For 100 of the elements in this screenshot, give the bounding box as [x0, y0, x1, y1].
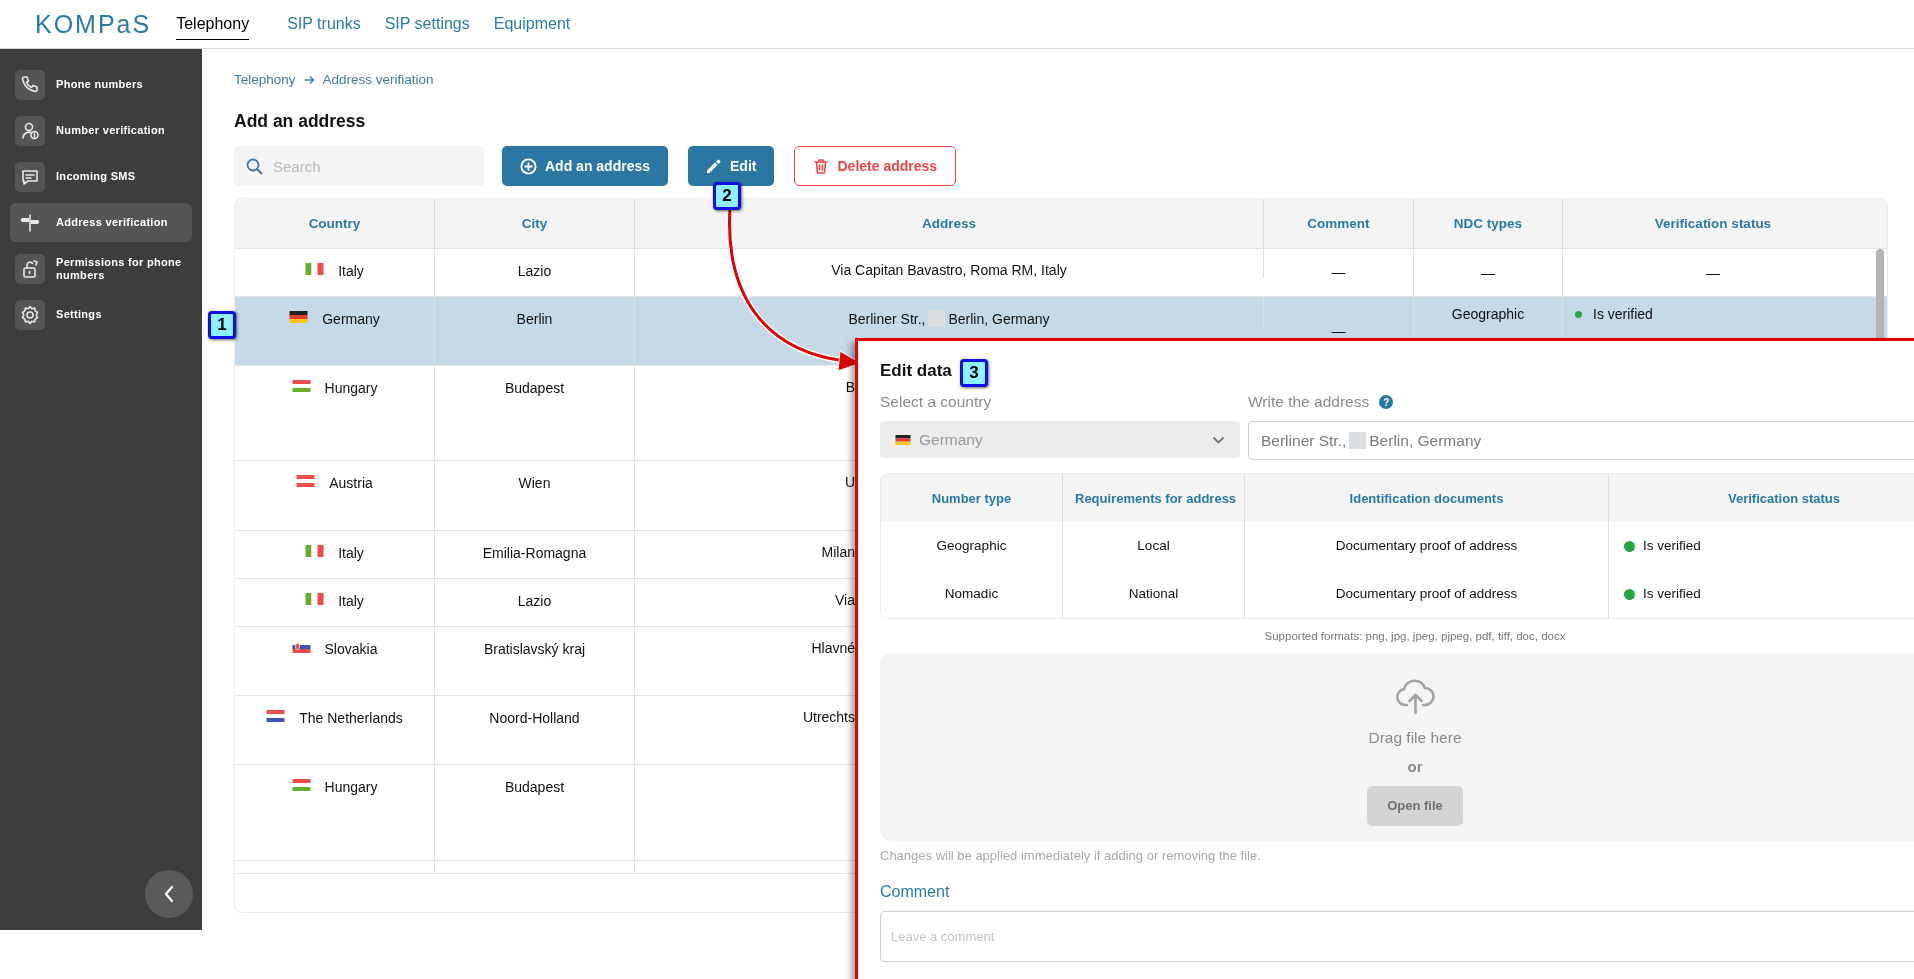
trash-icon — [813, 157, 830, 175]
plus-icon — [520, 157, 537, 175]
column-header: Verification status — [1728, 490, 1840, 506]
table-cell: Milan — [821, 544, 855, 561]
chevron-left-icon — [163, 885, 175, 903]
flag-icon — [296, 475, 316, 488]
table-row[interactable]: Italy Lazio Via Capitan Bavastro, Roma RM, Italy — — — — [235, 249, 1887, 298]
step-marker: 3 — [960, 359, 988, 387]
nav-tab[interactable]: SIP settings — [384, 8, 470, 40]
comment-field[interactable]: Leave a comment — [880, 910, 1914, 962]
action-button[interactable]: Add an address — [502, 146, 669, 187]
search-icon — [246, 158, 263, 176]
sidebar-item[interactable]: Settings — [10, 295, 192, 334]
flag-icon — [305, 545, 325, 558]
table-cell: Italy — [338, 263, 364, 280]
table-cell-text: Lazio — [517, 263, 552, 282]
flag-icon — [291, 641, 311, 654]
chevron-down-icon — [1212, 435, 1225, 444]
blurred-text — [1349, 432, 1367, 449]
sidebar-item[interactable]: Number verification — [10, 111, 192, 150]
table-cell: Hlavné — [811, 640, 855, 657]
table-cell-text: Is verified — [1643, 584, 1701, 603]
table-cell-text: Is verified — [1593, 305, 1653, 325]
table-cell-text: — — [1481, 264, 1495, 284]
arrow-right-icon — [303, 75, 315, 86]
table-cell: Utrechts — [802, 709, 855, 726]
signpost-icon — [19, 211, 41, 234]
table-cell: Germany — [322, 311, 380, 328]
logo[interactable]: KOMPaS — [35, 11, 152, 37]
field-label: Comment — [880, 881, 950, 902]
field-label: Write the address — [1248, 392, 1370, 412]
table-cell-text: Nomadic — [944, 584, 999, 603]
flag-icon — [291, 779, 311, 792]
nav-tab[interactable]: Equipment — [493, 8, 571, 40]
table-cell: The Netherlands — [299, 710, 403, 727]
drop-text: Drag file here — [1368, 728, 1462, 749]
collapse-button[interactable] — [145, 870, 193, 918]
flag-icon — [305, 263, 325, 276]
help-icon[interactable]: ? — [1379, 395, 1394, 409]
delete-button[interactable]: Delete address — [794, 146, 957, 187]
table-cell-text: — — [1706, 264, 1720, 284]
table-cell-text: Is verified — [1643, 536, 1701, 555]
step-marker: 2 — [713, 182, 741, 210]
table-cell-text: Bratislavský kraj — [483, 641, 586, 660]
table-cell: Italy — [338, 593, 364, 610]
table-cell: B — [845, 379, 855, 396]
sidebar-item[interactable]: Address verification — [10, 203, 192, 242]
sidebar-item[interactable]: Phone numbers — [10, 65, 192, 104]
breadcrumb-link[interactable]: Telephony — [234, 70, 296, 91]
table-cell: Slovakia — [324, 641, 378, 658]
table-cell-text: Emilia-Romagna — [482, 545, 587, 564]
table-cell-text: — — [1331, 321, 1346, 341]
drop-text: or — [1407, 756, 1423, 777]
table-cell-text: Berlin — [516, 311, 553, 330]
table-cell: Italy — [338, 545, 364, 562]
table-cell-text: Budapest — [504, 779, 565, 798]
search-field[interactable]: Search — [234, 146, 484, 187]
table-cell: U — [844, 474, 855, 491]
hint-text: Changes will be applied immediately if adding or removing the file. — [880, 847, 1261, 866]
column-header: Identification documents — [1349, 490, 1504, 506]
table-cell-text: Geographic — [936, 536, 1007, 555]
field-value: Berlin, Germany — [1369, 430, 1482, 451]
step-marker: 1 — [208, 311, 236, 339]
sidebar-item[interactable]: Incoming SMS — [10, 157, 192, 196]
table-cell-text: Noord-Holland — [489, 710, 580, 729]
breadcrumb-current: Address verifiation — [322, 71, 434, 89]
table-cell-text: Lazio — [517, 593, 552, 612]
field-value: Berliner Str., — [1261, 430, 1347, 451]
flag-icon — [305, 593, 325, 606]
table-cell: Hungary — [324, 779, 378, 796]
table-cell-text: Local — [1137, 536, 1170, 555]
table-cell: Berlin, Germany — [948, 310, 1050, 327]
nav-tab[interactable]: Telephony — [176, 8, 250, 40]
table-cell-text: Documentary proof of address — [1335, 584, 1518, 603]
table-cell-text: Documentary proof of address — [1335, 536, 1518, 555]
column-header: City — [435, 199, 635, 249]
table-cell-text: Wien — [518, 475, 551, 494]
table-cell: Hungary — [324, 380, 378, 397]
table-cell: Via Capitan Bavastro, Roma RM, Italy — [831, 262, 1067, 279]
column-header: Requirements for address — [1075, 490, 1237, 506]
address-field[interactable]: Berliner Str., Berlin, Germany — [1248, 421, 1914, 460]
table-cell-text: Geographic — [1451, 305, 1525, 325]
table-cell: Via — [835, 592, 855, 609]
table-cell: Berliner Str., — [848, 310, 926, 327]
table-cell-text: National — [1128, 584, 1179, 603]
table-cell-text: — — [1331, 263, 1346, 283]
column-header: Number type — [931, 490, 1012, 506]
field-label: Select a country — [880, 392, 993, 412]
column-header: NDC types — [1414, 199, 1563, 249]
column-header: Comment — [1264, 199, 1414, 249]
sidebar-item[interactable]: Permissions for phone numbers — [10, 249, 192, 288]
cloud-upload-icon — [1394, 676, 1436, 717]
drop-zone[interactable]: Drag file here or Open file — [880, 653, 1914, 842]
nav-tab[interactable]: SIP trunks — [287, 8, 361, 40]
formats-note: Supported formats: png, jpg, jpeg, pjpeg, pdf, tiff, doc, docx — [1264, 629, 1566, 644]
column-header: Verification status — [1653, 214, 1773, 233]
action-button[interactable]: Edit — [688, 146, 775, 187]
pencil-icon — [706, 158, 723, 175]
table-cell: Austria — [329, 475, 373, 492]
flag-icon — [289, 311, 309, 324]
